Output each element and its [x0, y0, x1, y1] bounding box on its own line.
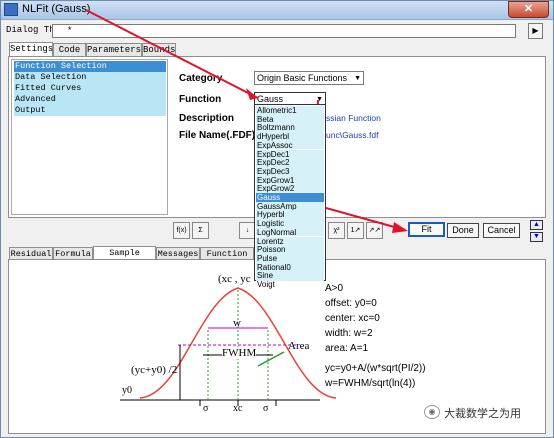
function-option-expgrow1[interactable]: ExpGrow1	[256, 175, 324, 184]
function-option-expdec1[interactable]: ExpDec1	[256, 149, 324, 158]
function-option-hyperbl[interactable]: Hyperbl	[256, 210, 324, 219]
function-option-boltzmann[interactable]: Boltzmann	[256, 123, 324, 132]
function-dropdown-list: Allometric1 Beta Boltzmann dHyperbl ExpA…	[254, 104, 326, 289]
formula-line-2: w=FWHM/sqrt(ln(4))	[325, 378, 416, 389]
function-option-logistic[interactable]: Logistic	[256, 219, 324, 228]
y0-label: y0	[122, 385, 132, 396]
sigma-left-label: σ	[203, 403, 209, 414]
arrow-head-1	[246, 88, 258, 100]
param-area: area: A=1	[325, 343, 369, 354]
watermark-icon: ◉	[424, 405, 440, 419]
arrow-head-3	[392, 222, 408, 233]
area-pointer	[257, 351, 285, 367]
function-option-poisson[interactable]: Poisson	[256, 245, 324, 254]
w-label: w	[233, 317, 241, 329]
function-option-rational0[interactable]: Rational0	[256, 262, 324, 271]
param-center: center: xc=0	[325, 313, 380, 324]
param-offset: offset: y0=0	[325, 298, 377, 309]
function-option-lognormal[interactable]: LogNormal	[256, 227, 324, 237]
function-option-lorentz[interactable]: Lorentz	[256, 236, 324, 245]
area-label: Area	[288, 340, 310, 352]
function-option-gaussamp[interactable]: GaussAmp	[256, 201, 324, 211]
annotation-arrow-1	[85, 9, 259, 99]
param-a: A>0	[325, 283, 344, 294]
function-option-sine[interactable]: Sine	[256, 271, 324, 280]
function-option-expdec3[interactable]: ExpDec3	[256, 166, 324, 176]
function-option-allometric1[interactable]: Allometric1	[256, 106, 324, 115]
fwhm-label: FWHM	[222, 347, 257, 359]
param-width: width: w=2	[325, 328, 373, 339]
xc-label: xc	[233, 403, 243, 414]
function-option-pulse[interactable]: Pulse	[256, 253, 324, 263]
half-max-label: (yc+y0) /2	[131, 364, 178, 376]
peak-label: (xc , yc	[218, 273, 251, 285]
function-option-dhyperbl[interactable]: dHyperbl	[256, 132, 324, 141]
function-option-expgrow2[interactable]: ExpGrow2	[256, 184, 324, 193]
sigma-right-label: σ	[263, 403, 269, 414]
formula-line-1: yc=y0+A/(w*sqrt(PI/2))	[325, 363, 426, 374]
function-option-gauss[interactable]: Gauss	[256, 193, 324, 202]
function-option-beta[interactable]: Beta	[256, 114, 324, 124]
function-option-voigt[interactable]: Voigt	[256, 280, 324, 289]
function-option-expassoc[interactable]: ExpAssoc	[256, 140, 324, 150]
function-option-expdec2[interactable]: ExpDec2	[256, 158, 324, 167]
watermark-text: 大裁数学之为用	[444, 408, 521, 420]
